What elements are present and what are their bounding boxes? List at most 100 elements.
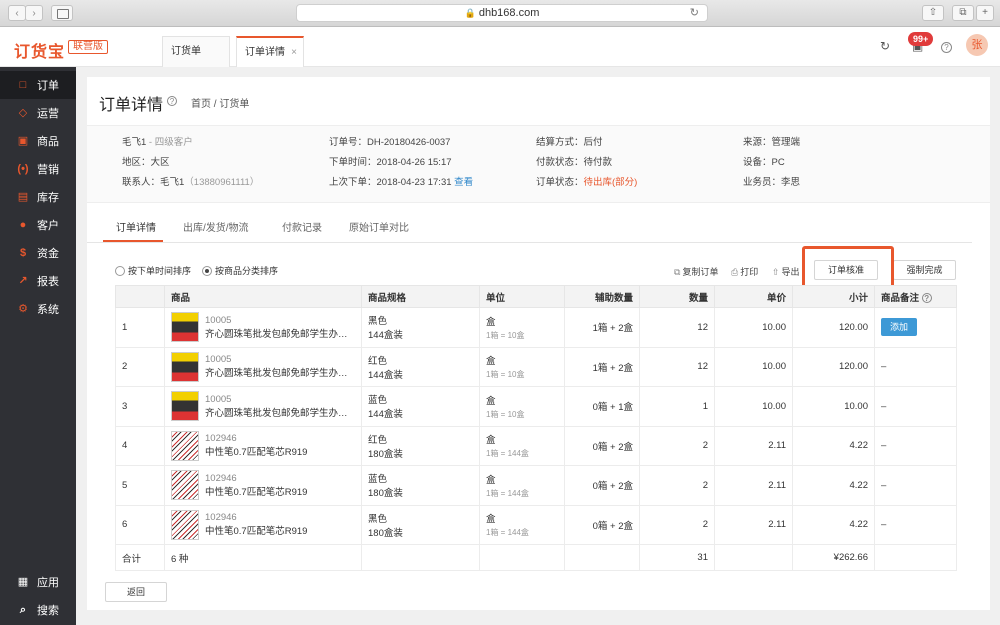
help-icon[interactable]: ? [921,292,932,303]
tab-payment-records[interactable]: 付款记录 [282,219,322,234]
tab-order-list[interactable]: 订货单 [162,36,230,67]
product-thumbnail[interactable] [171,351,199,382]
notification-badge: 99+ [908,32,934,46]
share-icon[interactable]: ⇧ [922,5,944,21]
tab-shipping[interactable]: 出库/发货/物流 [183,219,249,234]
table-header: 商品 商品规格 单位 辅助数量 数量 单价 小计 商品备注 ? [115,285,957,308]
help-icon[interactable]: ? [941,42,952,54]
print-button[interactable]: ⎙ 打印 [731,265,758,278]
tab-original-compare[interactable]: 原始订单对比 [349,219,409,234]
spec-pack: 180盒装 [368,488,403,500]
add-remark-button[interactable]: 添加 [881,318,918,337]
product-thumbnail[interactable] [171,391,199,422]
back-button[interactable]: 返回 [105,582,167,602]
print-icon: ⎙ [731,267,739,277]
pay-status: 付款状态：待付款 [536,157,613,168]
product-name[interactable]: 中性笔0.7匹配笔芯R919 [205,444,307,458]
help-icon[interactable]: ? [167,96,177,106]
sidebar-toggle-icon[interactable] [51,5,73,21]
unit: 盒 [486,395,496,407]
back-arrow-icon[interactable]: ‹ [8,5,26,21]
subtotal: 4.22 [792,425,875,466]
product-name[interactable]: 中性笔0.7匹配笔芯R919 [205,484,307,498]
sidebar-item-apps[interactable]: ▦ 应用 [0,568,76,596]
sidebar-item-goods[interactable]: ▣ 商品 [0,127,76,155]
refresh-icon[interactable]: ↻ [880,39,890,53]
force-complete-button[interactable]: 强制完成 [893,260,956,280]
col-qty: 数量 [639,285,715,308]
sidebar-item-label: 客户 [37,220,59,232]
product-code: 102946 [205,512,237,524]
new-tab-icon[interactable]: + [976,5,994,21]
tabs-overview-icon[interactable]: ⧉ [952,5,974,21]
address-bar[interactable]: 🔒 dhb168.com ↻ [296,4,708,22]
unit-cell: 盒 1箱 = 144盒 [479,465,565,506]
contact-name: 联系人：毛飞1 [122,177,185,188]
sidebar-item-order[interactable]: □ 订单 [0,71,76,99]
tool-label: 打印 [740,267,759,277]
table-row: 6 102946 中性笔0.7匹配笔芯R919 黑色 180盒装盒 1箱 = 144盒 0箱… [115,504,957,545]
sidebar-item-report[interactable]: ↗ 报表 [0,267,76,295]
table-row: 1 10005 齐心圆珠笔批发包邮免邮学生办公… 黑色 144盒装盒 1箱 = 10盒 1箱… [115,307,957,348]
sidebar-item-customer[interactable]: ● 客户 [0,211,76,239]
order-items-table: 商品 商品规格 单位 辅助数量 数量 单价 小计 商品备注 ? 1 10005 齐心… [115,285,957,571]
close-icon[interactable]: × [291,38,297,67]
goods-cell: 102946 中性笔0.7匹配笔芯R919 [164,425,362,466]
tab-order-detail[interactable]: 订单详情 × [236,36,304,67]
unit: 盒 [486,435,496,447]
product-name[interactable]: 齐心圆珠笔批发包邮免邮学生办公… [205,365,353,379]
product-name[interactable]: 中性笔0.7匹配笔芯R919 [205,523,307,537]
unit: 盒 [486,356,496,368]
reload-icon[interactable]: ↻ [690,5,699,21]
qty: 12 [639,307,715,348]
product-thumbnail[interactable] [171,509,199,540]
subtotal: 4.22 [792,465,875,506]
unit: 盒 [486,474,496,486]
sidebar-item-fund[interactable]: $ 资金 [0,239,76,267]
product-thumbnail[interactable] [171,470,199,501]
tool-label: 导出 [781,267,800,277]
radio-icon[interactable] [115,265,125,276]
tab-order-detail-content[interactable]: 订单详情 [116,219,156,234]
product-thumbnail[interactable] [171,312,199,343]
product-name[interactable]: 齐心圆珠笔批发包邮免邮学生办公… [205,405,353,419]
radio-checked-icon[interactable] [202,265,212,276]
row-index: 5 [115,465,165,506]
order-status: 订单状态：待出库(部分) [536,174,637,188]
avatar[interactable]: 张 [966,34,988,56]
sidebar-item-marketing[interactable]: (•) 营销 [0,155,76,183]
product-thumbnail[interactable] [171,430,199,461]
product-code: 102946 [205,472,237,484]
sidebar-item-stock[interactable]: ▤ 库存 [0,183,76,211]
sidebar-item-operation[interactable]: ◇ 运营 [0,99,76,127]
sort-by-time-option[interactable]: 按下单时间排序 [115,264,191,277]
spec-cell: 红色 144盒装 [361,346,480,387]
remark-cell: – [874,346,957,387]
region-info: 地区：大区 [122,157,170,168]
last-order-time: 上次下单：2018-04-23 17:31 [329,177,452,188]
sort-by-category-option[interactable]: 按商品分类排序 [202,264,278,277]
highlight-box [802,246,894,289]
source-info: 来源：管理端 [743,137,801,148]
total-label: 合计 [115,544,165,571]
row-index: 6 [115,504,165,545]
forward-arrow-icon[interactable]: › [25,5,43,21]
page-title: 订单详情 [99,97,164,114]
copy-order-button[interactable]: ⧉ 复制订单 [674,265,718,278]
unit-conversion: 1箱 = 10盒 [486,330,525,340]
spec-color: 蓝色 [368,395,388,407]
goods-cell: 10005 齐心圆珠笔批发包邮免邮学生办公… [164,346,362,387]
row-index: 2 [115,346,165,387]
col-price: 单价 [714,285,793,308]
sidebar-item-search[interactable]: ⌕ 搜索 [0,596,76,624]
sidebar-item-label: 系统 [37,304,59,316]
view-link[interactable]: 查看 [454,177,473,188]
spec-color: 黑色 [368,513,388,525]
sidebar-item-system[interactable]: ⚙ 系统 [0,295,76,323]
table-row: 2 10005 齐心圆珠笔批发包邮免邮学生办公… 红色 144盒装盒 1箱 = 10盒 1箱… [115,346,957,387]
spec-color: 蓝色 [368,474,388,486]
export-button[interactable]: ⇧ 导出 [772,265,800,278]
browser-nav: ‹ › [8,5,43,21]
customer-info: 毛飞1 - 四级客户 [122,134,193,148]
product-name[interactable]: 齐心圆珠笔批发包邮免邮学生办公… [205,326,353,340]
